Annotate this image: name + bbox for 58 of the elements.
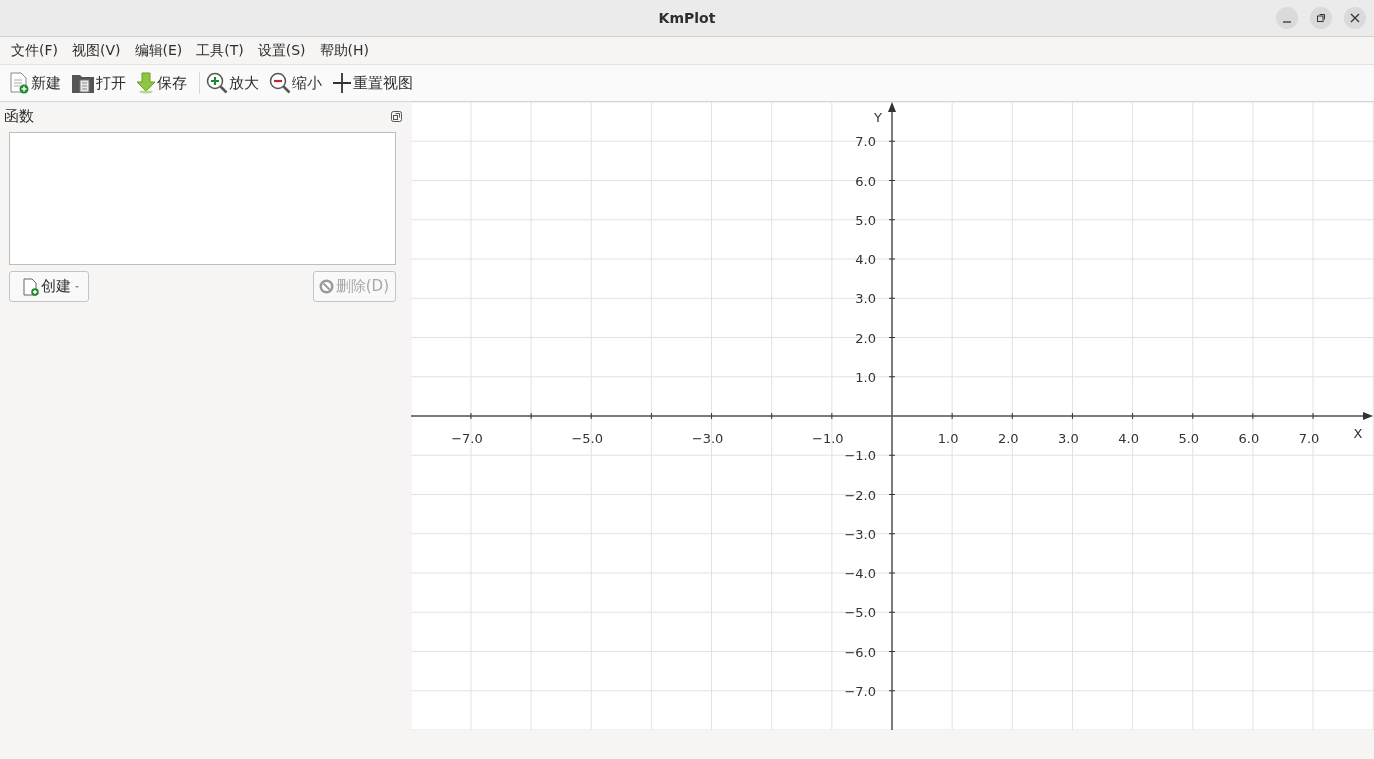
- folder-icon: [71, 72, 95, 94]
- y-tick-label: 4.0: [855, 252, 876, 267]
- create-button[interactable]: 创建: [9, 271, 89, 302]
- x-tick-label: −3.0: [691, 431, 724, 446]
- x-tick-label: 3.0: [1058, 431, 1079, 446]
- close-icon: [1350, 13, 1360, 23]
- zoom-out-icon: [269, 72, 291, 94]
- toolbar-button[interactable]: 保存: [134, 68, 195, 98]
- x-tick-label: −1.0: [812, 431, 844, 446]
- y-tick-label: −3.0: [844, 526, 876, 542]
- y-tick-label: 3.0: [855, 291, 876, 307]
- menu-item[interactable]: 设置(S): [250, 41, 313, 60]
- y-tick-label: 5.0: [855, 212, 876, 228]
- toolbar-button[interactable]: 缩小: [267, 68, 330, 98]
- x-tick-label: −5.0: [571, 431, 604, 446]
- new-document-icon: [8, 72, 30, 94]
- y-tick-label: −1.0: [844, 448, 876, 464]
- minimize-icon: [1282, 21, 1292, 23]
- x-axis-label: X: [1353, 426, 1363, 441]
- x-tick-label: 2.0: [997, 431, 1019, 446]
- toolbar-button[interactable]: 打开: [69, 68, 134, 98]
- x-tick-label: 1.0: [937, 431, 959, 446]
- y-tick-label: −2.0: [844, 487, 876, 503]
- close-button[interactable]: [1344, 7, 1366, 29]
- coordinate-plane[interactable]: −7.0 −5.0 −3.0 −1.0 1.0 2.0 3.0 4.0 5.0 6.0 7.0 7.0 6.0 5.0 4.0 3.0 2.0 1.0 −1.0 −2.0 −3.0 −4.0 −5.0 −6.0 −7.0 X Y: [411, 102, 1374, 730]
- float-panel-icon[interactable]: [391, 110, 402, 122]
- toolbar-button[interactable]: 重置视图: [330, 68, 421, 98]
- x-tick-label: 5.0: [1178, 431, 1200, 446]
- x-tick-label: 6.0: [1238, 431, 1260, 446]
- panel-title: 函数: [4, 106, 34, 126]
- menu-item[interactable]: 工具(T): [189, 41, 251, 60]
- menu-item[interactable]: 帮助(H): [312, 41, 377, 60]
- y-tick-label: 7.0: [855, 134, 876, 150]
- restore-button[interactable]: [1310, 7, 1332, 29]
- crosshair-icon: [332, 72, 352, 94]
- x-tick-label: −7.0: [451, 431, 483, 446]
- new-document-icon: [22, 277, 40, 296]
- toolbar-button[interactable]: 新建: [6, 68, 69, 98]
- download-arrow-icon: [136, 72, 156, 94]
- y-tick-label: 6.0: [855, 173, 876, 189]
- x-tick-label: 4.0: [1118, 431, 1139, 446]
- toolbar-button[interactable]: 放大: [204, 68, 267, 98]
- y-tick-label: −5.0: [844, 605, 876, 621]
- zoom-in-icon: [206, 72, 228, 94]
- restore-icon: [1316, 13, 1326, 23]
- menu-item[interactable]: 编辑(E): [127, 41, 190, 60]
- y-tick-label: −7.0: [844, 683, 876, 699]
- minimize-button[interactable]: [1276, 7, 1298, 29]
- window-title: KmPlot: [658, 10, 716, 26]
- y-tick-label: −6.0: [844, 644, 876, 660]
- y-tick-label: −4.0: [844, 566, 876, 581]
- y-tick-label: 2.0: [855, 330, 876, 346]
- menu-item[interactable]: 视图(V): [65, 41, 128, 60]
- prohibited-icon: [317, 278, 335, 295]
- y-tick-label: 1.0: [855, 369, 876, 385]
- menu-item[interactable]: 文件(F): [4, 41, 65, 60]
- y-axis-label: Y: [874, 110, 882, 125]
- x-tick-label: 7.0: [1298, 431, 1320, 446]
